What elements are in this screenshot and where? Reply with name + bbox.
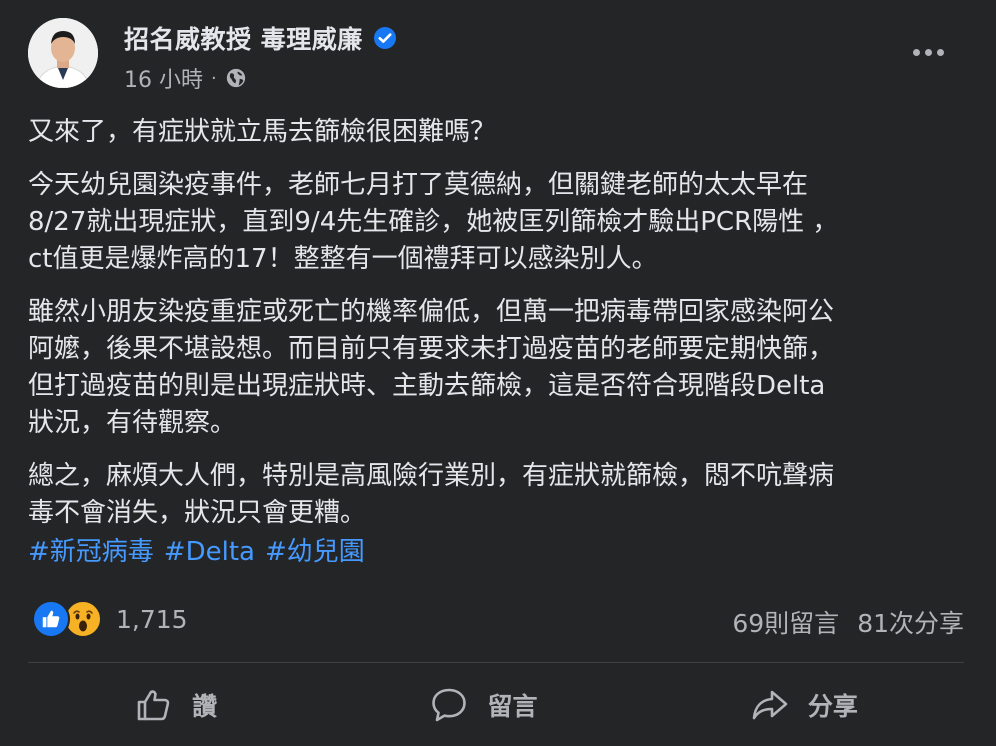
share-arrow-icon	[752, 690, 788, 720]
comment-count-link[interactable]: 69則留言	[732, 604, 839, 640]
more-options-button[interactable]	[908, 40, 948, 64]
hashtag-link[interactable]: #幼兒園	[265, 534, 365, 571]
reaction-count: 1,715	[116, 604, 188, 634]
share-count-link[interactable]: 81次分享	[857, 604, 964, 640]
comment-icon	[432, 688, 467, 722]
meta-separator: ·	[211, 67, 217, 89]
like-icon	[32, 600, 70, 638]
post-timestamp[interactable]: 16 小時	[124, 62, 203, 94]
facebook-post: 招名威教授 毒理威廉 16 小時 · 又來了，有症狀就立馬去篩檢很困難嗎？ 今天…	[0, 0, 996, 746]
post-paragraph-2: 今天幼兒園染疫事件，老師七月打了莫德納，但關鍵老師的太太早在 8/27就出現症狀…	[28, 170, 839, 274]
more-horizontal-icon	[912, 48, 920, 56]
reactions-summary[interactable]: 1,715	[32, 600, 188, 638]
post-paragraph-3: 雖然小朋友染疫重症或死亡的機率偏低，但萬一把病毒帶回家感染阿公 阿嬤，後果不堪設…	[28, 297, 835, 438]
post-actions: 讚 留言 分享	[28, 672, 964, 738]
hashtag-list: #新冠病毒 #Delta #幼兒園	[28, 534, 964, 571]
author-name[interactable]: 招名威教授 毒理威廉	[124, 20, 363, 56]
divider	[28, 662, 964, 663]
comment-button[interactable]: 留言	[409, 677, 557, 733]
post-paragraph-1: 又來了，有症狀就立馬去篩檢很困難嗎？	[28, 117, 497, 147]
share-button[interactable]: 分享	[730, 677, 878, 733]
share-button-label: 分享	[807, 692, 858, 721]
hashtag-link[interactable]: #新冠病毒	[28, 534, 154, 571]
thumbs-up-icon	[137, 690, 170, 721]
post-header: 招名威教授 毒理威廉	[124, 20, 397, 56]
hashtag-link[interactable]: #Delta	[164, 534, 255, 571]
like-button[interactable]: 讚	[114, 677, 237, 733]
like-button-label: 讚	[192, 692, 218, 721]
globe-icon[interactable]	[225, 67, 247, 89]
post-meta: 16 小時 ·	[124, 62, 247, 94]
verified-badge-icon	[373, 27, 396, 49]
post-body: 又來了，有症狀就立馬去篩檢很困難嗎？ 今天幼兒園染疫事件，老師七月打了莫德納，但…	[28, 114, 964, 571]
comment-button-label: 留言	[487, 692, 538, 721]
author-avatar[interactable]	[28, 18, 98, 88]
engagement-stats: 69則留言 81次分享	[732, 604, 964, 640]
post-paragraph-4: 總之，麻煩大人們，特別是高風險行業別，有症狀就篩檢，悶不吭聲病 毒不會消失，狀況…	[28, 461, 835, 528]
